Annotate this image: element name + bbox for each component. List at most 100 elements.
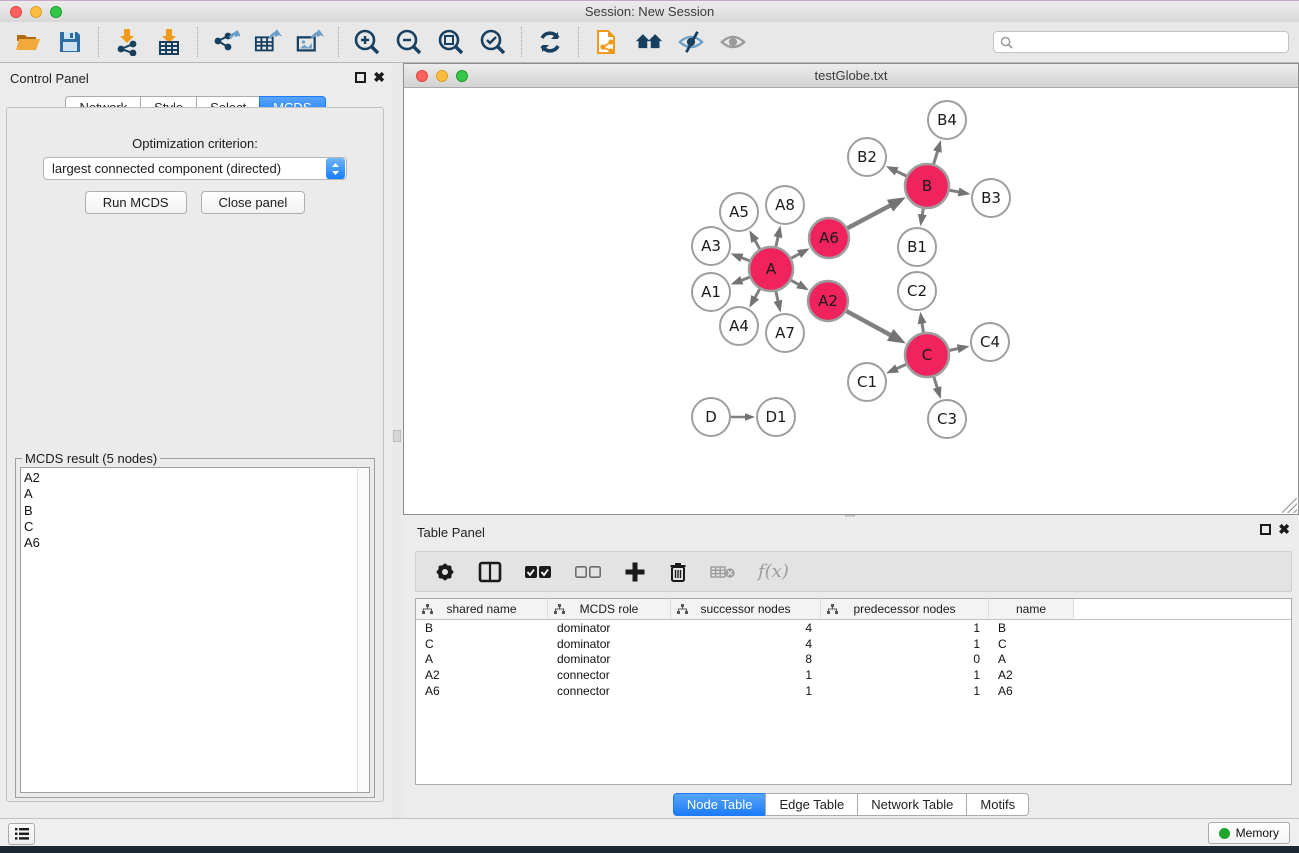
- table-row[interactable]: Bdominator41B: [416, 620, 1291, 636]
- divider-grip[interactable]: [393, 430, 401, 442]
- deselect-all-icon[interactable]: [574, 565, 602, 579]
- edge-A-A2[interactable]: [791, 280, 804, 287]
- close-panel-icon[interactable]: ✖: [373, 72, 385, 83]
- cell-shared-name[interactable]: C: [416, 637, 548, 651]
- close-table-panel-icon[interactable]: ✖: [1278, 524, 1290, 535]
- edge-C-C2[interactable]: [921, 318, 923, 333]
- tab-edge-table[interactable]: Edge Table: [765, 793, 857, 816]
- new-network-from-file-icon[interactable]: [593, 28, 621, 56]
- network-graph[interactable]: B4B2BB3A8A5A6B1A3AC2A1A2A4A7C4CC1C3DD1: [404, 88, 1298, 514]
- edge-A-A7[interactable]: [776, 291, 779, 306]
- cell-shared-name[interactable]: A: [416, 652, 548, 666]
- column-header-shared-name[interactable]: shared name: [416, 599, 548, 619]
- cell-predecessor-nodes[interactable]: 1: [821, 668, 989, 682]
- mcds-result-item[interactable]: C: [24, 519, 358, 535]
- cell-shared-name[interactable]: A6: [416, 684, 548, 698]
- table-row[interactable]: A6connector11A6: [416, 683, 1291, 699]
- delete-rows-icon[interactable]: [668, 561, 688, 583]
- network-window-titlebar[interactable]: testGlobe.txt: [404, 64, 1298, 88]
- cell-shared-name[interactable]: B: [416, 621, 548, 635]
- edge-C-C3[interactable]: [934, 377, 939, 393]
- float-panel-icon[interactable]: [355, 72, 366, 83]
- close-window-button[interactable]: [10, 6, 22, 18]
- network-canvas[interactable]: B4B2BB3A8A5A6B1A3AC2A1A2A4A7C4CC1C3DD1: [404, 88, 1298, 514]
- mcds-result-item[interactable]: B: [24, 503, 358, 519]
- cell-predecessor-nodes[interactable]: 1: [821, 621, 989, 635]
- network-minimize-button[interactable]: [436, 70, 448, 82]
- settings-gear-icon[interactable]: [434, 561, 456, 583]
- edge-A2-C[interactable]: [846, 311, 898, 339]
- mcds-result-item[interactable]: A2: [24, 470, 358, 486]
- zoom-fit-icon[interactable]: [437, 28, 465, 56]
- cell-MCDS-role[interactable]: dominator: [548, 637, 671, 651]
- cell-successor-nodes[interactable]: 1: [671, 684, 821, 698]
- tab-network-table[interactable]: Network Table: [857, 793, 966, 816]
- show-column-icon[interactable]: [478, 561, 502, 583]
- edge-C-C1[interactable]: [892, 364, 906, 370]
- edge-A-A3[interactable]: [736, 256, 749, 261]
- network-zoom-button[interactable]: [456, 70, 468, 82]
- import-table-icon[interactable]: [155, 28, 183, 56]
- close-panel-button[interactable]: Close panel: [201, 191, 306, 214]
- float-table-panel-icon[interactable]: [1260, 524, 1271, 535]
- cell-successor-nodes[interactable]: 4: [671, 621, 821, 635]
- window-resize-grip[interactable]: [1282, 498, 1297, 513]
- edge-B-B3[interactable]: [950, 190, 965, 193]
- search-input[interactable]: [1017, 35, 1288, 49]
- edge-B-B2[interactable]: [891, 169, 906, 176]
- select-all-icon[interactable]: [524, 565, 552, 579]
- export-image-icon[interactable]: [296, 28, 324, 56]
- column-header-successor-nodes[interactable]: successor nodes: [671, 599, 821, 619]
- edge-B-B4[interactable]: [934, 146, 939, 164]
- zoom-selected-icon[interactable]: [479, 28, 507, 56]
- cell-shared-name[interactable]: A2: [416, 668, 548, 682]
- table-row[interactable]: A2connector11A2: [416, 667, 1291, 683]
- tab-motifs[interactable]: Motifs: [966, 793, 1029, 816]
- criterion-dropdown[interactable]: largest connected component (directed): [43, 157, 347, 180]
- cell-MCDS-role[interactable]: connector: [548, 684, 671, 698]
- column-header-predecessor-nodes[interactable]: predecessor nodes: [821, 599, 989, 619]
- edge-A-A4[interactable]: [752, 289, 760, 302]
- edge-C-C4[interactable]: [950, 347, 964, 350]
- table-row[interactable]: Adominator80A: [416, 652, 1291, 668]
- table-row[interactable]: Cdominator41C: [416, 636, 1291, 652]
- zoom-window-button[interactable]: [50, 6, 62, 18]
- node-table[interactable]: shared nameMCDS rolesuccessor nodesprede…: [415, 598, 1292, 785]
- save-session-icon[interactable]: [56, 28, 84, 56]
- edge-A-A6[interactable]: [791, 251, 804, 258]
- export-table-icon[interactable]: [254, 28, 282, 56]
- zoom-out-icon[interactable]: [395, 28, 423, 56]
- edge-A-A8[interactable]: [776, 231, 779, 246]
- cell-name[interactable]: B: [989, 621, 1074, 635]
- run-mcds-button[interactable]: Run MCDS: [85, 191, 187, 214]
- show-panels-list-button[interactable]: [8, 823, 35, 845]
- export-network-icon[interactable]: [212, 28, 240, 56]
- tab-node-table[interactable]: Node Table: [673, 793, 766, 816]
- hide-graphics-details-icon[interactable]: [677, 28, 705, 56]
- cell-name[interactable]: C: [989, 637, 1074, 651]
- mcds-result-list[interactable]: A2ABCA6: [20, 467, 358, 793]
- cell-successor-nodes[interactable]: 4: [671, 637, 821, 651]
- edge-A-A1[interactable]: [736, 277, 749, 282]
- memory-button[interactable]: Memory: [1208, 822, 1290, 844]
- cell-MCDS-role[interactable]: connector: [548, 668, 671, 682]
- refresh-layout-icon[interactable]: [536, 28, 564, 56]
- mcds-result-item[interactable]: A: [24, 486, 358, 502]
- search-field[interactable]: [993, 31, 1289, 53]
- cell-MCDS-role[interactable]: dominator: [548, 652, 671, 666]
- minimize-window-button[interactable]: [30, 6, 42, 18]
- column-header-MCDS-role[interactable]: MCDS role: [548, 599, 671, 619]
- network-close-button[interactable]: [416, 70, 428, 82]
- edge-A-A5[interactable]: [752, 236, 760, 249]
- add-row-icon[interactable]: [624, 561, 646, 583]
- cell-name[interactable]: A: [989, 652, 1074, 666]
- show-graphics-details-icon[interactable]: [719, 28, 747, 56]
- cell-MCDS-role[interactable]: dominator: [548, 621, 671, 635]
- open-file-icon[interactable]: [14, 28, 42, 56]
- cell-name[interactable]: A6: [989, 684, 1074, 698]
- cell-predecessor-nodes[interactable]: 0: [821, 652, 989, 666]
- mcds-result-scrollbar[interactable]: [357, 467, 370, 793]
- cell-name[interactable]: A2: [989, 668, 1074, 682]
- import-network-icon[interactable]: [113, 28, 141, 56]
- panel-divider[interactable]: [391, 63, 403, 818]
